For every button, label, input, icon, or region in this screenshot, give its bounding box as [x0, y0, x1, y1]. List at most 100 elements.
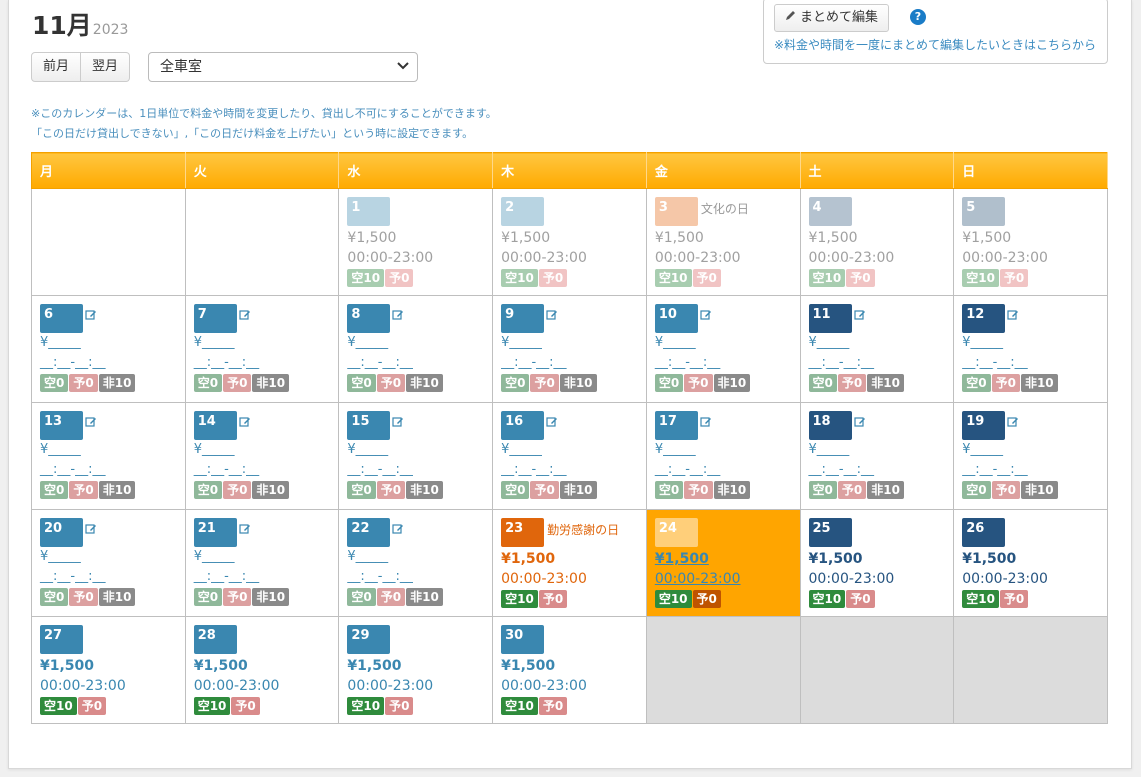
vacant-badge: 空10 [40, 697, 77, 715]
reserved-badge: 予0 [837, 374, 867, 392]
weekday-sat: 土 [799, 152, 955, 189]
edit-icon[interactable] [700, 306, 712, 325]
day-cell-25[interactable]: 25 ¥1,500 00:00-23:00 空10 予0 [799, 509, 955, 617]
edit-icon[interactable] [1007, 306, 1019, 325]
day-price[interactable]: ¥1,500 [655, 549, 796, 569]
edit-icon[interactable] [85, 520, 97, 539]
edit-icon[interactable] [239, 520, 251, 539]
next-month-button[interactable]: 翌月 [81, 52, 131, 82]
day-cell-19[interactable]: 19 ¥_____ __:__-__:__ 空0 予0 非10 [953, 402, 1108, 510]
day-cell-8[interactable]: 8 ¥_____ __:__-__:__ 空0 予0 非10 [338, 295, 494, 403]
day-price: ¥_____ [347, 335, 389, 350]
unavailable-badge: 非10 [713, 481, 751, 499]
day-cell-30[interactable]: 30 ¥1,500 00:00-23:00 空10 予0 [492, 616, 647, 724]
reserved-badge: 予0 [231, 697, 260, 715]
day-cell-4[interactable]: 4 ¥1,500 00:00-23:00 空10 予0 [799, 188, 955, 296]
day-time: __:__-__:__ [40, 355, 106, 370]
edit-icon[interactable] [546, 413, 558, 432]
day-cell-17[interactable]: 17 ¥_____ __:__-__:__ 空0 予0 非10 [645, 402, 801, 510]
day-cell-20[interactable]: 20 ¥_____ __:__-__:__ 空0 予0 非10 [31, 509, 186, 617]
day-time: __:__-__:__ [501, 462, 567, 477]
bulk-edit-button[interactable]: まとめて編集 [774, 4, 890, 32]
day-cell-15[interactable]: 15 ¥_____ __:__-__:__ 空0 予0 非10 [338, 402, 494, 510]
day-time: __:__-__:__ [347, 355, 413, 370]
unavailable-badge: 非10 [867, 481, 904, 499]
reserved-badge: 予0 [69, 588, 98, 606]
reserved-badge: 予0 [530, 481, 559, 499]
edit-icon[interactable] [853, 306, 866, 325]
week-row: 6 ¥_____ __:__-__:__ 空0 予0 非10 7 ¥_____ __:__-_… [31, 295, 1108, 403]
day-cell-10[interactable]: 10 ¥_____ __:__-__:__ 空0 予0 非10 [645, 295, 801, 403]
day-cell-24-today[interactable]: 24 ¥1,500 00:00-23:00 空10 予0 [645, 509, 801, 617]
day-price: ¥_____ [501, 442, 542, 457]
day-number: 19 [962, 411, 1006, 440]
edit-icon[interactable] [392, 306, 404, 325]
reserved-badge: 予0 [999, 590, 1029, 608]
day-time[interactable]: 00:00-23:00 [655, 569, 796, 589]
calendar-notes: ※このカレンダーは、1日単位で料金や時間を変更したり、貸出し不可にすることができ… [31, 104, 497, 144]
month-nav: 前月 翌月 [31, 52, 131, 82]
day-number: 25 [808, 518, 852, 547]
day-time: 00:00-23:00 [193, 678, 280, 694]
day-time: __:__-__:__ [962, 462, 1028, 477]
day-cell-23[interactable]: 23 勤労感謝の日 ¥1,500 00:00-23:00 空10 予0 [492, 509, 647, 617]
prev-month-button[interactable]: 前月 [31, 52, 82, 82]
help-icon[interactable]: ? [910, 9, 926, 25]
edit-icon[interactable] [392, 413, 404, 432]
room-select[interactable]: 全車室 [148, 52, 418, 82]
weekday-header-row: 月 火 水 木 金 土 日 [31, 152, 1108, 189]
day-price: ¥_____ [808, 335, 850, 350]
day-price: ¥1,500 [501, 551, 556, 567]
day-price: ¥_____ [962, 335, 1003, 350]
day-cell-5[interactable]: 5 ¥1,500 00:00-23:00 空10 予0 [953, 188, 1108, 296]
day-number: 28 [193, 625, 237, 654]
bulk-edit-box: まとめて編集 ? ※料金や時間を一度にまとめて編集したいときはこちらから [763, 0, 1108, 64]
week-row: 20 ¥_____ __:__-__:__ 空0 予0 非10 21 ¥_____ __:__… [31, 509, 1108, 617]
note-line-2: 「この日だけ貸出しできない」,「この日だけ料金を上げたい」という時に設定できます… [31, 127, 474, 140]
day-cell-9[interactable]: 9 ¥_____ __:__-__:__ 空0 予0 非10 [492, 295, 647, 403]
day-time: 00:00-23:00 [501, 571, 587, 587]
day-cell-27[interactable]: 27 ¥1,500 00:00-23:00 空10 予0 [31, 616, 186, 724]
day-cell-18[interactable]: 18 ¥_____ __:__-__:__ 空0 予0 非10 [799, 402, 955, 510]
edit-icon[interactable] [239, 413, 251, 432]
day-cell-16[interactable]: 16 ¥_____ __:__-__:__ 空0 予0 非10 [492, 402, 647, 510]
unavailable-badge: 非10 [559, 374, 597, 392]
edit-icon[interactable] [700, 413, 712, 432]
vacant-badge: 空0 [808, 374, 837, 392]
edit-icon[interactable] [853, 413, 866, 432]
day-cell-11[interactable]: 11 ¥_____ __:__-__:__ 空0 予0 非10 [799, 295, 955, 403]
day-cell-13[interactable]: 13 ¥_____ __:__-__:__ 空0 予0 非10 [31, 402, 186, 510]
day-cell-29[interactable]: 29 ¥1,500 00:00-23:00 空10 予0 [338, 616, 494, 724]
year-label: 2023 [92, 22, 129, 38]
day-cell-3[interactable]: 3 文化の日 ¥1,500 00:00-23:00 空10 予0 [645, 188, 801, 296]
day-time: __:__-__:__ [347, 569, 413, 584]
day-cell-14[interactable]: 14 ¥_____ __:__-__:__ 空0 予0 非10 [184, 402, 340, 510]
edit-icon[interactable] [85, 306, 97, 325]
day-price: ¥_____ [40, 335, 81, 350]
day-time: __:__-__:__ [654, 355, 721, 370]
day-cell-28[interactable]: 28 ¥1,500 00:00-23:00 空10 予0 [184, 616, 340, 724]
edit-icon[interactable] [546, 306, 558, 325]
day-cell-21[interactable]: 21 ¥_____ __:__-__:__ 空0 予0 非10 [184, 509, 340, 617]
day-price: ¥1,500 [654, 230, 704, 246]
edit-icon[interactable] [392, 520, 404, 539]
day-cell-26[interactable]: 26 ¥1,500 00:00-23:00 空10 予0 [953, 509, 1108, 617]
vacant-badge: 空0 [40, 374, 69, 392]
edit-icon[interactable] [85, 413, 97, 432]
day-cell-6[interactable]: 6 ¥_____ __:__-__:__ 空0 予0 非10 [31, 295, 186, 403]
reserved-badge: 予0 [376, 374, 406, 392]
weekday-tue: 火 [184, 152, 340, 189]
day-cell-12[interactable]: 12 ¥_____ __:__-__:__ 空0 予0 非10 [953, 295, 1108, 403]
edit-icon[interactable] [239, 306, 251, 325]
day-time: 00:00-23:00 [808, 571, 895, 587]
day-number: 18 [808, 411, 852, 440]
edit-icon[interactable] [1007, 413, 1019, 432]
day-cell-2[interactable]: 2 ¥1,500 00:00-23:00 空10 予0 [492, 188, 647, 296]
day-cell-7[interactable]: 7 ¥_____ __:__-__:__ 空0 予0 非10 [184, 295, 340, 403]
day-number: 7 [193, 304, 237, 333]
reserved-badge: 予0 [846, 590, 875, 608]
weekday-sun: 日 [953, 152, 1108, 189]
reserved-badge: 予0 [837, 481, 867, 499]
day-cell-22[interactable]: 22 ¥_____ __:__-__:__ 空0 予0 非10 [338, 509, 494, 617]
day-cell-1[interactable]: 1 ¥1,500 00:00-23:00 空10 予0 [338, 188, 494, 296]
